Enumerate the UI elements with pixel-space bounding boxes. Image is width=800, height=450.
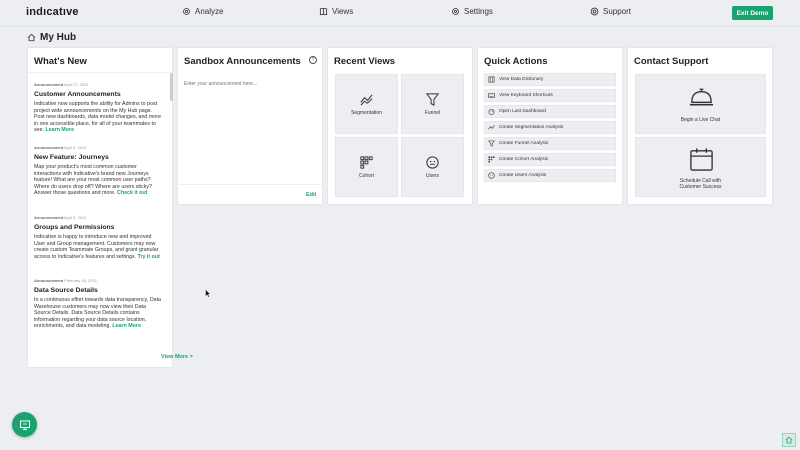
quick-action-label: View Data Dictionary — [499, 77, 544, 82]
tile-label: Segmentation — [351, 110, 382, 116]
quick-action-keyboard-shortcuts[interactable]: View Keyboard Shortcuts — [484, 89, 616, 102]
live-chat-label: Begin a Live Chat — [680, 117, 721, 123]
announcement-item: Announcement April 6, 2021 New Feature: … — [34, 145, 164, 197]
announcement-item: Announcement February 16, 2021 Data Sour… — [34, 278, 164, 330]
nav-settings-label: Settings — [464, 7, 493, 16]
tile-label: Cohort — [358, 173, 374, 179]
announcement-meta: Announcement April 6, 2021 — [34, 145, 87, 150]
support-icon — [590, 7, 599, 16]
announcement-input[interactable] — [184, 81, 314, 87]
nav-settings[interactable]: Settings — [451, 7, 493, 16]
sandbox-title: Sandbox Announcements — [184, 56, 301, 67]
funnel-icon — [425, 93, 440, 106]
announcement-body: Indicative is happy to introduce new and… — [34, 234, 160, 260]
nav-analyze[interactable]: Analyze — [182, 7, 223, 16]
announcement-meta: Announcement April 27, 2021 — [34, 82, 89, 87]
learn-more-link[interactable]: Learn More — [112, 323, 141, 329]
edit-button[interactable]: Edit — [306, 192, 316, 198]
nav-views[interactable]: Views — [319, 7, 353, 16]
whats-new-panel: What's New Announcement April 27, 2021 C… — [27, 47, 193, 368]
quick-action-segmentation[interactable]: Create Segmentation Analysis — [484, 121, 616, 134]
segmentation-icon — [488, 125, 495, 130]
dictionary-icon — [488, 76, 495, 83]
page-title: My Hub — [27, 32, 76, 43]
cohort-icon — [360, 156, 373, 169]
nav-support[interactable]: Support — [590, 7, 631, 16]
recent-view-users[interactable]: Users — [401, 137, 464, 197]
check-it-out-link[interactable]: Check it out — [117, 190, 147, 196]
quick-action-label: Create Users Analysis — [499, 173, 547, 178]
quick-action-users[interactable]: Create Users Analysis — [484, 169, 616, 182]
announcement-title: New Feature: Journeys — [34, 154, 109, 161]
quick-action-cohort[interactable]: Create Cohort Analysis — [484, 153, 616, 166]
gear-icon — [452, 8, 459, 15]
recent-view-segmentation[interactable]: Segmentation — [335, 74, 398, 134]
contact-support-title: Contact Support — [634, 56, 709, 67]
nav-analyze-label: Analyze — [195, 7, 224, 16]
schedule-call-button[interactable]: Schedule Call with Customer Success — [635, 137, 766, 197]
nav-support-label: Support — [603, 7, 632, 16]
exit-demo-button[interactable]: Exit Demo — [732, 6, 773, 20]
recent-view-funnel[interactable]: Funnel — [401, 74, 464, 134]
cohort-icon — [488, 156, 495, 163]
announcement-body: Indicative now supports the ability for … — [34, 101, 161, 134]
page-title-text: My Hub — [40, 32, 77, 43]
home-corner-button[interactable] — [782, 433, 796, 447]
announcement-title: Customer Announcements — [34, 91, 121, 98]
announcement-meta: Announcement April 5, 2021 — [34, 215, 87, 220]
contact-support-panel: Contact Support Begin a Live Chat Schedu… — [627, 47, 773, 205]
quick-action-data-dictionary[interactable]: View Data Dictionary — [484, 73, 616, 86]
home-icon — [27, 33, 36, 42]
announcement-item: Announcement April 5, 2021 Groups and Pe… — [34, 215, 164, 260]
schedule-call-label: Schedule Call with Customer Success — [679, 178, 722, 190]
recent-views-panel: Recent Views Segmentation Funnel Cohort … — [327, 47, 473, 205]
chat-screen-icon — [19, 420, 30, 430]
quick-action-last-dashboard[interactable]: Open Last Dashboard — [484, 105, 616, 118]
announcement-title: Data Source Details — [34, 287, 98, 294]
quick-actions-title: Quick Actions — [484, 56, 548, 67]
home-icon — [785, 436, 793, 444]
quick-action-label: Create Segmentation Analysis — [499, 125, 564, 130]
nav-views-label: Views — [332, 7, 354, 16]
scrollbar-thumb[interactable] — [170, 73, 173, 101]
announcement-title: Groups and Permissions — [34, 224, 115, 231]
recent-views-title: Recent Views — [334, 56, 396, 67]
whats-new-list[interactable]: Announcement April 27, 2021 Customer Ann… — [28, 72, 174, 345]
learn-more-link[interactable]: Learn More — [46, 127, 75, 133]
announcement-item: Announcement April 27, 2021 Customer Ann… — [34, 82, 164, 134]
view-more-link[interactable]: View More > — [161, 354, 193, 360]
quick-action-funnel[interactable]: Create Funnel Analysis — [484, 137, 616, 150]
sandbox-announcements-panel: Sandbox Announcements ? Edit — [177, 47, 324, 205]
try-it-out-link[interactable]: Try it out — [138, 254, 160, 260]
gear-icon — [183, 8, 190, 15]
users-icon — [488, 172, 495, 179]
indicative-logo[interactable]: indıcatıve — [26, 6, 79, 18]
tile-label: Funnel — [424, 110, 441, 116]
service-bell-icon — [689, 88, 714, 106]
announcement-body: Map your product's most common customer … — [34, 164, 152, 197]
help-icon[interactable]: ? — [309, 56, 317, 64]
mouse-cursor-icon — [205, 289, 211, 298]
tile-label: Users — [425, 173, 440, 179]
quick-action-label: Create Cohort Analysis — [499, 157, 549, 162]
calendar-icon — [690, 148, 713, 171]
recent-view-cohort[interactable]: Cohort — [335, 137, 398, 197]
whats-new-title: What's New — [34, 56, 87, 67]
funnel-icon — [488, 140, 495, 147]
quick-action-label: View Keyboard Shortcuts — [499, 93, 553, 98]
announcement-body: In a continuous effort towards data tran… — [34, 297, 162, 330]
book-icon — [319, 7, 328, 16]
dashboard-icon — [488, 108, 495, 115]
segmentation-icon — [360, 94, 373, 106]
top-navigation-bar: indıcatıve Analyze Views Settings Suppor… — [0, 0, 800, 27]
quick-actions-panel: Quick Actions View Data Dictionary View … — [477, 47, 623, 205]
announcement-meta: Announcement February 16, 2021 — [34, 278, 97, 283]
chat-launcher-button[interactable] — [12, 412, 37, 437]
quick-action-label: Create Funnel Analysis — [499, 141, 549, 146]
users-icon — [426, 156, 439, 169]
keyboard-icon — [488, 93, 495, 98]
begin-live-chat-button[interactable]: Begin a Live Chat — [635, 74, 766, 134]
quick-action-label: Open Last Dashboard — [499, 109, 546, 114]
divider — [178, 184, 324, 185]
